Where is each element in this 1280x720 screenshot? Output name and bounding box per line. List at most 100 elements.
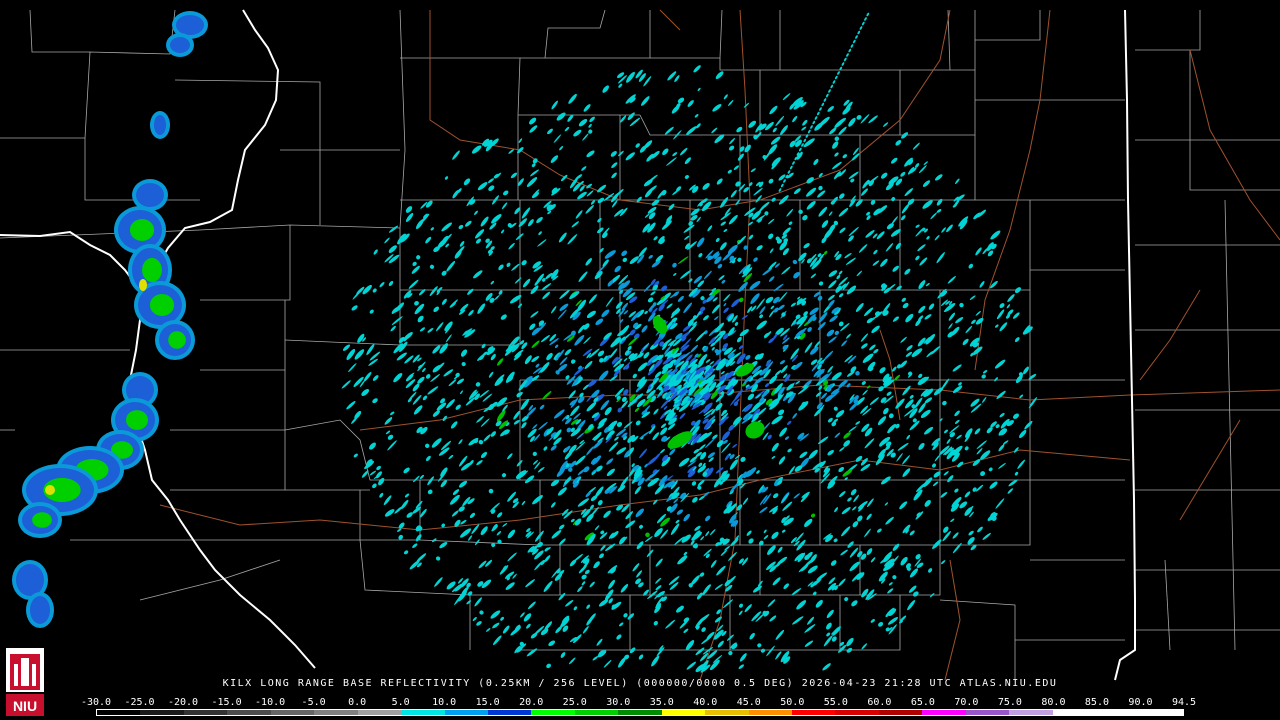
echo-clutter	[998, 444, 1005, 452]
scale-swatch	[878, 710, 923, 715]
echo-clutter	[567, 234, 578, 245]
scale-swatch	[1009, 710, 1053, 715]
echo-clutter	[935, 174, 943, 181]
echo-clutter	[858, 244, 868, 253]
highway	[974, 9, 1051, 371]
echo-clutter	[749, 632, 755, 640]
echo-clutter	[990, 230, 1001, 240]
echo-clutter	[662, 148, 669, 156]
echo-clutter	[843, 432, 851, 439]
echo-clutter	[372, 398, 378, 404]
echo-clutter	[902, 385, 911, 396]
echo-clutter	[502, 625, 510, 634]
echo-clutter	[947, 475, 954, 483]
echo-clutter	[719, 242, 727, 251]
echo-clutter	[924, 397, 933, 404]
echo-streak	[823, 98, 827, 102]
echo-clutter	[641, 96, 650, 106]
echo-clutter	[430, 374, 440, 382]
echo-storm-core	[142, 257, 162, 283]
echo-clutter	[632, 373, 637, 379]
echo-clutter	[1024, 420, 1033, 430]
echo-clutter	[443, 369, 454, 377]
echo-clutter	[508, 242, 515, 250]
echo-clutter	[454, 249, 462, 259]
echo-clutter	[885, 516, 894, 525]
echo-clutter	[446, 399, 455, 409]
echo-clutter	[839, 446, 845, 452]
echo-clutter	[559, 538, 566, 545]
echo-clutter	[506, 262, 511, 267]
echo-clutter	[872, 260, 880, 266]
echo-clutter	[671, 105, 680, 114]
echo-clutter	[728, 214, 738, 225]
scale-label: 75.0	[997, 697, 1022, 708]
echo-clutter	[841, 526, 851, 537]
echo-clutter	[891, 366, 897, 372]
echo-clutter	[723, 302, 727, 307]
echo-clutter	[828, 336, 837, 344]
echo-clutter	[877, 528, 882, 533]
echo-clutter	[861, 643, 868, 650]
echo-clutter	[723, 228, 728, 233]
echo-clutter	[394, 506, 403, 514]
echo-clutter	[823, 635, 833, 647]
echo-clutter	[518, 218, 528, 227]
echo-clutter	[468, 309, 474, 316]
echo-clutter	[768, 310, 775, 318]
echo-clutter	[384, 237, 390, 244]
echo-clutter	[565, 600, 574, 607]
echo-clutter	[848, 226, 859, 237]
echo-clutter	[827, 365, 834, 373]
echo-clutter	[585, 491, 592, 498]
echo-clutter	[1013, 413, 1019, 419]
echo-clutter	[488, 488, 494, 494]
echo-clutter	[864, 307, 874, 317]
echo-clutter	[643, 352, 650, 359]
echo-clutter	[771, 442, 779, 452]
echo-clutter	[732, 443, 738, 448]
echo-clutter	[419, 213, 430, 224]
scale-label: 45.0	[736, 697, 761, 708]
echo-clutter	[750, 293, 760, 304]
county-border	[520, 200, 601, 291]
echo-clutter	[834, 152, 839, 157]
echo-clutter	[860, 333, 869, 342]
echo-clutter	[729, 137, 736, 145]
echo-clutter	[995, 324, 999, 328]
echo-clutter	[384, 509, 395, 517]
echo-clutter	[849, 561, 860, 572]
echo-clutter	[388, 225, 399, 233]
echo-clutter	[540, 362, 550, 373]
echo-clutter	[717, 640, 724, 648]
echo-clutter	[755, 195, 762, 203]
echo-clutter	[885, 627, 890, 632]
scale-label: 30.0	[606, 697, 631, 708]
echo-streak	[855, 35, 858, 39]
echo-clutter	[508, 149, 514, 154]
echo-clutter	[734, 454, 741, 460]
echo-clutter	[828, 270, 838, 277]
echo-clutter	[981, 397, 987, 403]
echo-clutter	[611, 172, 617, 179]
echo-clutter	[743, 187, 750, 193]
echo-streak	[792, 161, 795, 165]
echo-clutter	[405, 206, 413, 213]
echo-clutter	[813, 158, 819, 166]
echo-clutter	[996, 309, 1005, 320]
echo-clutter	[476, 416, 484, 423]
color-scale-bar	[96, 709, 1184, 716]
echo-clutter	[439, 541, 448, 549]
echo-clutter	[551, 100, 559, 110]
echo-clutter	[964, 507, 973, 516]
echo-clutter	[770, 136, 781, 145]
echo-clutter	[691, 186, 699, 193]
echo-clutter	[784, 374, 791, 383]
echo-clutter	[525, 579, 535, 588]
county-border	[399, 9, 406, 345]
echo-clutter	[760, 648, 766, 653]
county-border	[139, 559, 281, 601]
echo-clutter	[958, 382, 962, 386]
highway	[1139, 289, 1201, 381]
echo-clutter	[531, 163, 536, 168]
